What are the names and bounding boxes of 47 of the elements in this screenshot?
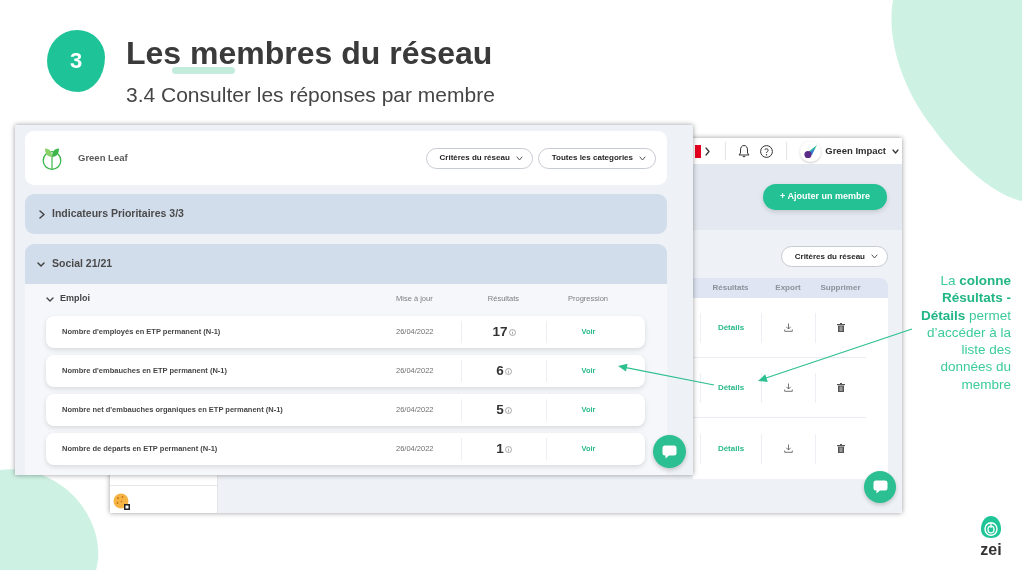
column-header: Supprimer: [819, 282, 862, 294]
group-toggle[interactable]: Emploi: [46, 292, 90, 306]
chevron-down-icon[interactable]: [892, 148, 899, 154]
trash-icon[interactable]: [837, 323, 845, 332]
callout-text: La colonne Résultats - Détails permet d’accéder à la liste des données du membre: [919, 272, 1011, 394]
chevron-right-icon: [39, 209, 45, 219]
download-icon[interactable]: [784, 383, 793, 392]
chat-bubble-icon: [662, 444, 677, 459]
accordion-header[interactable]: Indicateurs Prioritaires 3/3: [25, 194, 667, 234]
accordion-header[interactable]: Social 21/21: [25, 244, 667, 284]
chevron-down-icon: [639, 155, 646, 161]
help-icon[interactable]: [760, 144, 774, 158]
download-icon[interactable]: [784, 323, 793, 332]
account-name[interactable]: Green Impact: [825, 143, 886, 159]
column-header: Export: [774, 282, 802, 294]
highlight-stroke: [172, 67, 235, 74]
chevron-right-icon[interactable]: [705, 146, 711, 156]
step-badge: 3: [47, 30, 105, 92]
details-link[interactable]: Détails: [717, 381, 745, 394]
filter-dropdown[interactable]: Critères du réseau: [425, 147, 533, 169]
slide-subtitle: 3.4 Consulter les réponses par membre: [126, 84, 495, 105]
chevron-down-icon: [871, 254, 878, 259]
bell-icon[interactable]: [738, 144, 751, 158]
flag-icon: [695, 144, 702, 158]
member-name: Green Leaf: [78, 150, 128, 165]
chevron-down-icon: [515, 155, 523, 161]
result-value: 5: [496, 403, 504, 417]
column-header: Résultats: [711, 282, 750, 294]
download-icon[interactable]: [784, 444, 793, 453]
trash-icon[interactable]: [837, 444, 845, 453]
chat-bubble-icon: [872, 480, 888, 494]
logo-text: zei: [980, 542, 1002, 558]
filter-dropdown[interactable]: Toutes les categories: [537, 147, 656, 169]
filter-dropdown[interactable]: Critères du réseau: [780, 246, 888, 267]
cookie-icon[interactable]: [113, 493, 130, 510]
sprout-logo-icon: [42, 146, 62, 170]
details-link[interactable]: Détails: [717, 321, 745, 334]
trash-icon[interactable]: [837, 383, 845, 392]
result-value: 17: [492, 325, 508, 339]
details-link[interactable]: Détails: [717, 442, 745, 455]
slide-title: Les membres du réseau: [126, 41, 493, 66]
add-member-button[interactable]: + Ajouter un membre: [763, 184, 887, 210]
result-value: 1: [496, 442, 504, 456]
result-value: 6: [496, 364, 504, 378]
chevron-down-icon: [46, 296, 54, 302]
chevron-down-icon: [37, 261, 45, 267]
logo-icon: [980, 515, 1002, 539]
